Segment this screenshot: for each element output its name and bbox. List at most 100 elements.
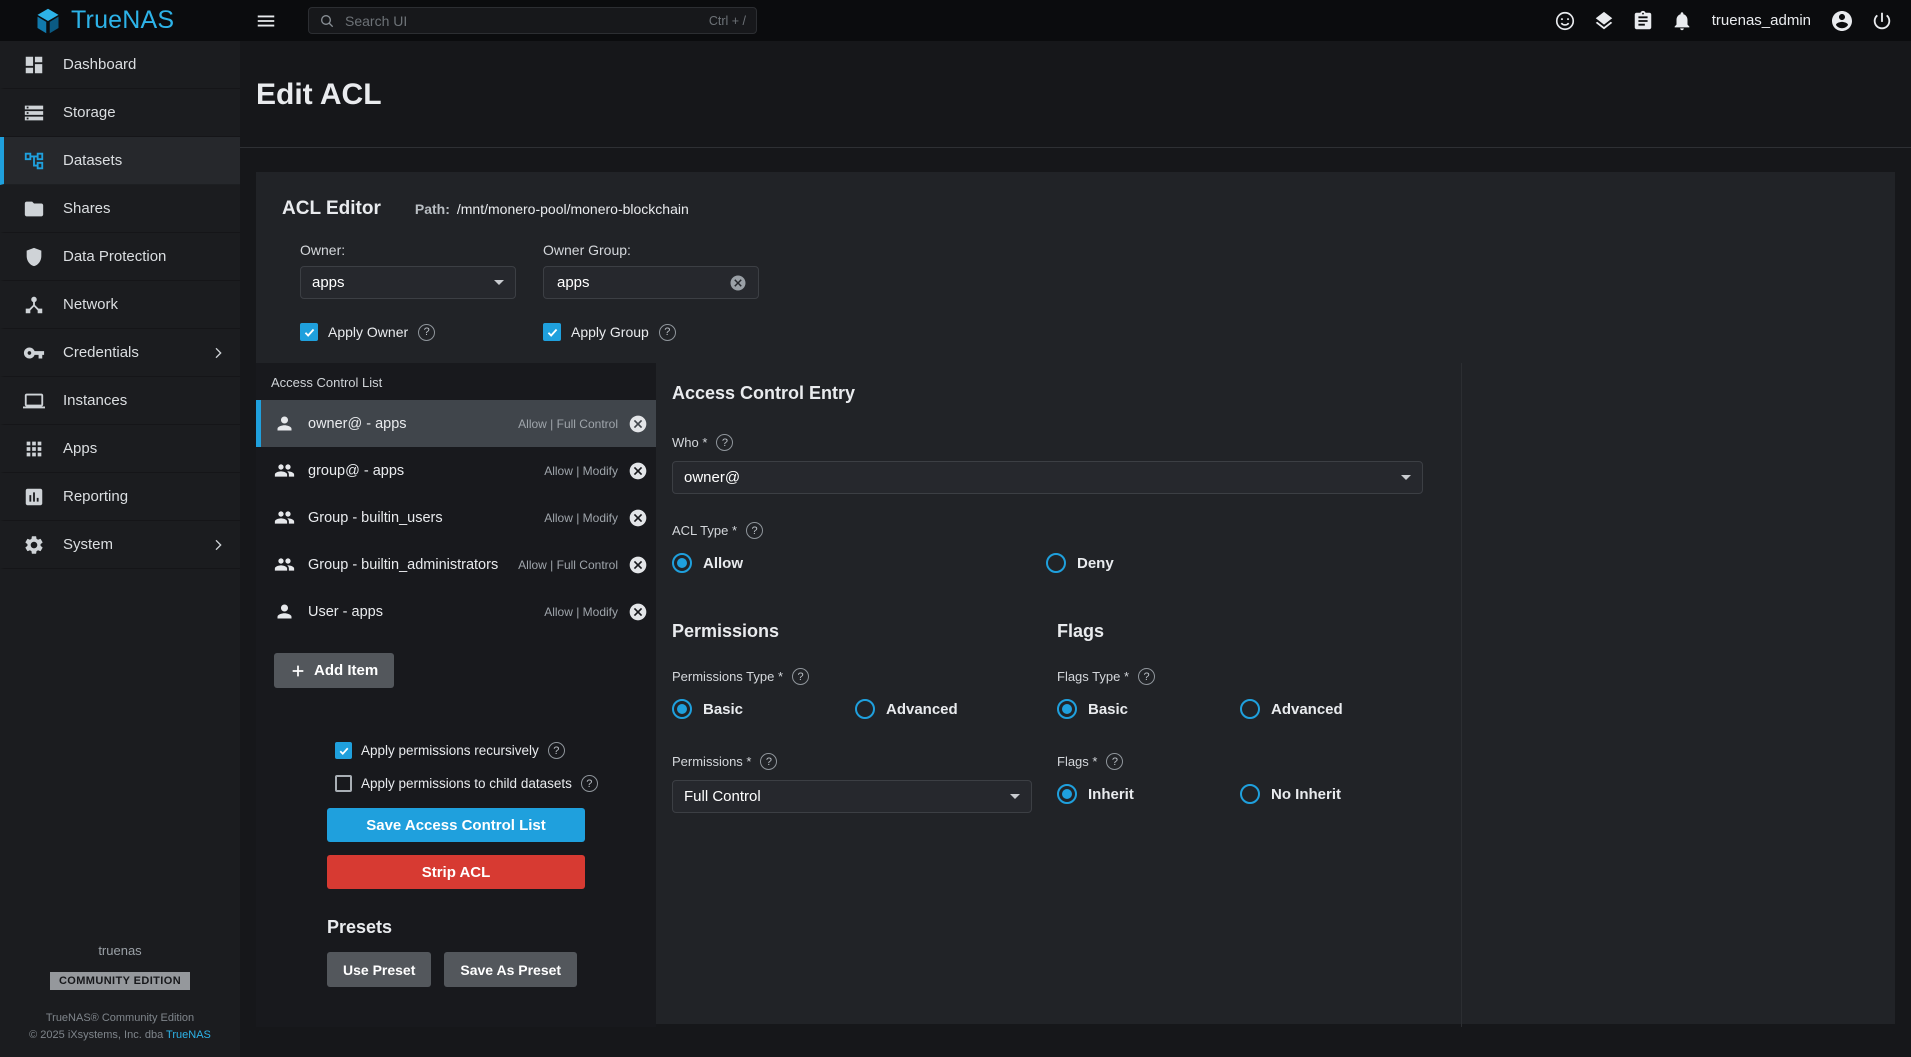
user-avatar-icon[interactable] bbox=[1830, 9, 1854, 33]
power-icon[interactable] bbox=[1871, 10, 1893, 32]
sidebar-item-apps[interactable]: Apps bbox=[0, 425, 240, 473]
ace-permission-summary: Allow | Modify bbox=[544, 605, 618, 619]
truenas-logo-icon bbox=[34, 7, 62, 35]
logged-in-username: truenas_admin bbox=[1712, 12, 1811, 29]
network-hub-icon bbox=[23, 294, 45, 316]
apply-group-checkbox[interactable] bbox=[543, 323, 561, 341]
global-search[interactable]: Ctrl + / bbox=[308, 7, 757, 34]
acl-type-deny-radio[interactable]: Deny bbox=[1046, 553, 1114, 573]
help-icon[interactable] bbox=[548, 742, 565, 759]
flags-no-inherit-radio[interactable]: No Inherit bbox=[1240, 784, 1341, 804]
checklist-clipboard-icon[interactable] bbox=[1632, 10, 1654, 32]
who-select[interactable]: owner@ bbox=[672, 461, 1423, 494]
chevron-right-icon bbox=[210, 537, 226, 553]
permissions-label-row: Permissions * bbox=[672, 753, 1057, 770]
acl-type-allow-radio[interactable]: Allow bbox=[672, 553, 1046, 573]
owner-select[interactable]: apps bbox=[300, 266, 516, 299]
hamburger-menu-icon[interactable] bbox=[250, 5, 282, 37]
sidebar-item-datasets[interactable]: Datasets bbox=[0, 137, 240, 185]
help-icon[interactable] bbox=[792, 668, 809, 685]
permissions-select[interactable]: Full Control bbox=[672, 780, 1032, 813]
use-preset-button[interactable]: Use Preset bbox=[327, 952, 431, 987]
save-as-preset-button[interactable]: Save As Preset bbox=[444, 952, 577, 987]
ace-permission-summary: Allow | Full Control bbox=[518, 417, 618, 431]
flags-type-advanced-radio[interactable]: Advanced bbox=[1240, 699, 1343, 719]
help-icon[interactable] bbox=[418, 324, 435, 341]
flags-type-radio-group: Basic Advanced bbox=[1057, 699, 1478, 719]
flags-label: Flags * bbox=[1057, 754, 1097, 769]
help-icon[interactable] bbox=[581, 775, 598, 792]
help-icon[interactable] bbox=[760, 753, 777, 770]
truenas-logo[interactable]: TrueNAS bbox=[0, 6, 240, 35]
apply-owner-checkbox[interactable] bbox=[300, 323, 318, 341]
clear-icon[interactable] bbox=[729, 274, 747, 292]
sidebar-item-label: Instances bbox=[63, 392, 127, 409]
edition-badge: COMMUNITY EDITION bbox=[50, 972, 190, 990]
cancel-icon[interactable] bbox=[628, 461, 648, 481]
cancel-icon[interactable] bbox=[628, 508, 648, 528]
owner-fields-row: Owner: apps Owner Group: bbox=[300, 242, 1895, 299]
sidebar-item-storage[interactable]: Storage bbox=[0, 89, 240, 137]
permissions-type-label: Permissions Type * bbox=[672, 669, 783, 684]
help-icon[interactable] bbox=[1106, 753, 1123, 770]
help-icon[interactable] bbox=[659, 324, 676, 341]
owner-select-value: apps bbox=[312, 274, 345, 291]
sidebar-item-credentials[interactable]: Credentials bbox=[0, 329, 240, 377]
sidebar-item-shares[interactable]: Shares bbox=[0, 185, 240, 233]
footer-brand-link[interactable]: TrueNAS bbox=[166, 1029, 211, 1041]
child-datasets-row: Apply permissions to child datasets bbox=[327, 775, 585, 792]
cancel-icon[interactable] bbox=[628, 602, 648, 622]
apply-row: Apply Owner Apply Group bbox=[300, 323, 1895, 341]
feedback-smiley-icon[interactable] bbox=[1554, 10, 1576, 32]
acl-editor-header: ACL Editor Path:/mnt/monero-pool/monero-… bbox=[256, 172, 1895, 220]
flags-heading: Flags bbox=[1057, 621, 1478, 642]
flags-type-basic-radio[interactable]: Basic bbox=[1057, 699, 1240, 719]
sidebar-item-data-protection[interactable]: Data Protection bbox=[0, 233, 240, 281]
cancel-icon[interactable] bbox=[628, 555, 648, 575]
sidebar-item-network[interactable]: Network bbox=[0, 281, 240, 329]
jobs-layers-icon[interactable] bbox=[1593, 10, 1615, 32]
ace-panel: Access Control Entry Who * owner@ ACL Ty… bbox=[656, 363, 1462, 1027]
sidebar-item-label: Apps bbox=[63, 440, 97, 457]
acl-entry[interactable]: owner@ - apps Allow | Full Control bbox=[256, 400, 656, 447]
sidebar-item-instances[interactable]: Instances bbox=[0, 377, 240, 425]
flags-inherit-radio[interactable]: Inherit bbox=[1057, 784, 1240, 804]
ace-permission-summary: Allow | Modify bbox=[544, 464, 618, 478]
acl-type-label-row: ACL Type * bbox=[672, 522, 1461, 539]
apply-child-checkbox[interactable] bbox=[335, 775, 352, 792]
acl-entry[interactable]: User - apps Allow | Modify bbox=[256, 588, 656, 635]
flags-column: Flags Flags Type * Basic bbox=[1057, 621, 1478, 813]
help-icon[interactable] bbox=[746, 522, 763, 539]
notifications-bell-icon[interactable] bbox=[1671, 10, 1693, 32]
owner-group-input[interactable] bbox=[555, 273, 729, 292]
help-icon[interactable] bbox=[1138, 668, 1155, 685]
apply-recursive-checkbox[interactable] bbox=[335, 742, 352, 759]
search-shortcut-hint: Ctrl + / bbox=[709, 14, 746, 28]
dataset-path: Path:/mnt/monero-pool/monero-blockchain bbox=[415, 201, 689, 217]
datasets-icon bbox=[23, 150, 45, 172]
strip-acl-button[interactable]: Strip ACL bbox=[327, 855, 585, 889]
permissions-type-advanced-radio[interactable]: Advanced bbox=[855, 699, 958, 719]
acl-entry[interactable]: Group - builtin_users Allow | Modify bbox=[256, 494, 656, 541]
permissions-select-value: Full Control bbox=[684, 788, 761, 805]
person-icon bbox=[274, 413, 295, 434]
permissions-heading: Permissions bbox=[672, 621, 1057, 642]
cancel-icon[interactable] bbox=[628, 414, 648, 434]
acl-entry[interactable]: Group - builtin_administrators Allow | F… bbox=[256, 541, 656, 588]
acl-entry[interactable]: group@ - apps Allow | Modify bbox=[256, 447, 656, 494]
radio-icon bbox=[1240, 699, 1260, 719]
sidebar-item-system[interactable]: System bbox=[0, 521, 240, 569]
sidebar-item-reporting[interactable]: Reporting bbox=[0, 473, 240, 521]
add-item-button[interactable]: Add Item bbox=[274, 653, 394, 688]
sidebar-item-dashboard[interactable]: Dashboard bbox=[0, 41, 240, 89]
shares-folder-icon bbox=[23, 198, 45, 220]
ace-who: Group - builtin_users bbox=[308, 510, 538, 526]
group-icon bbox=[274, 460, 295, 481]
permissions-type-basic-radio[interactable]: Basic bbox=[672, 699, 855, 719]
save-acl-button[interactable]: Save Access Control List bbox=[327, 808, 585, 842]
search-input[interactable] bbox=[343, 12, 701, 30]
add-item-label: Add Item bbox=[314, 662, 378, 679]
flags-label-row: Flags * bbox=[1057, 753, 1478, 770]
help-icon[interactable] bbox=[716, 434, 733, 451]
sidebar-footer: truenas COMMUNITY EDITION TrueNAS® Commu… bbox=[0, 943, 240, 1057]
